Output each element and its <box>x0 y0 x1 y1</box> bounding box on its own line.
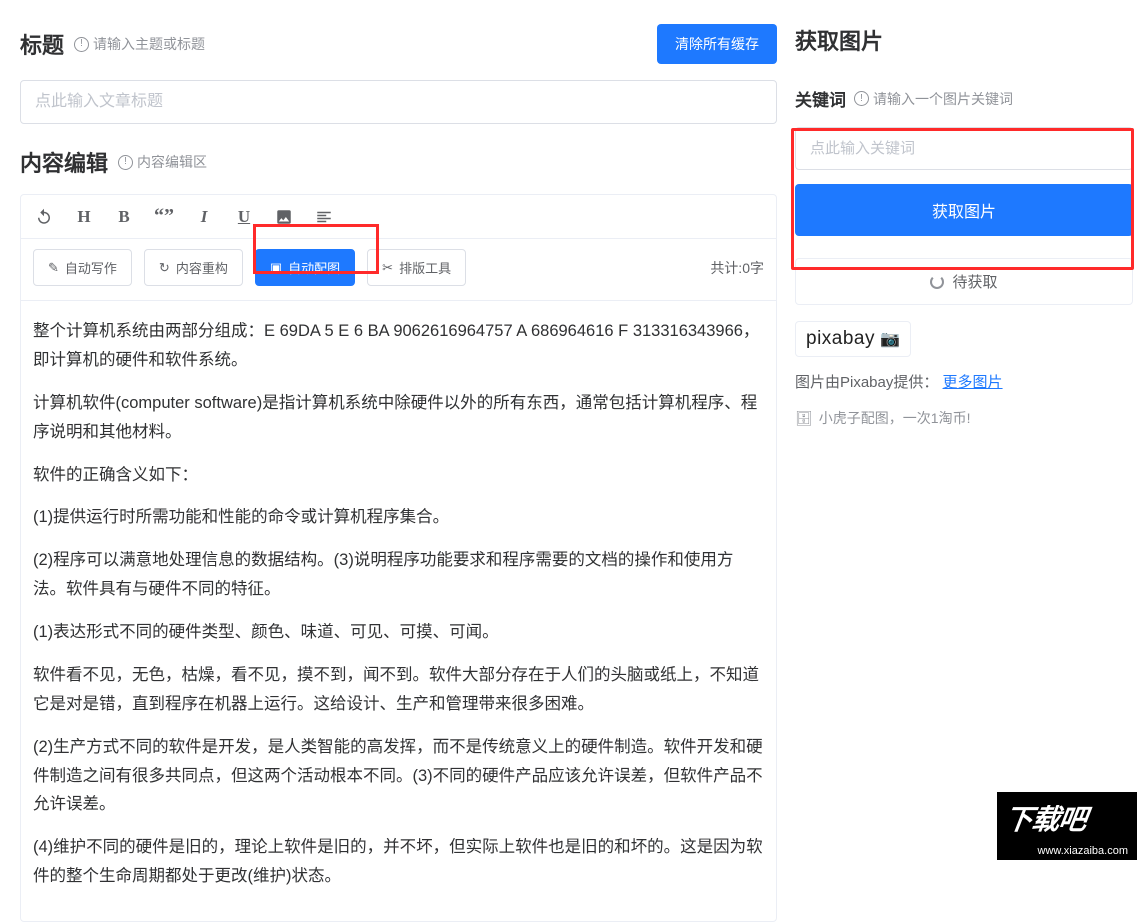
camera-icon: 📷 <box>880 329 900 349</box>
paragraph: 软件看不见，无色，枯燥，看不见，摸不到，闻不到。软件大部分存在于人们的头脑或纸上… <box>33 661 764 719</box>
heading-icon[interactable]: H <box>73 207 95 227</box>
restructure-button[interactable]: ↻ 内容重构 <box>144 249 243 286</box>
wallet-icon: 🗄 <box>795 410 813 427</box>
pixabay-logo: pixabay 📷 <box>795 321 911 357</box>
autowrite-button[interactable]: ✎ 自动写作 <box>33 249 132 286</box>
undo-icon[interactable] <box>33 208 55 226</box>
autoimage-button[interactable]: ▣ 自动配图 <box>255 249 355 286</box>
info-icon: ! <box>74 37 89 52</box>
info-icon: ! <box>854 91 869 106</box>
image-icon: ▣ <box>270 260 282 276</box>
editor-toolbar: H B “” I U <box>21 195 776 239</box>
editor-action-row: ✎ 自动写作 ↻ 内容重构 ▣ 自动配图 ✂ 排版工具 共计:0字 <box>21 239 776 301</box>
editor-box: H B “” I U ✎ 自动写作 ↻ 内容重构 ▣ 自动配 <box>20 194 777 922</box>
paragraph: 软件的正确含义如下： <box>33 461 764 490</box>
keyword-subtitle-row: 关键词 ! 请输入一个图片关键词 <box>795 86 1133 111</box>
paragraph: (1)表达形式不同的硬件类型、颜色、味道、可见、可摸、可闻。 <box>33 618 764 647</box>
italic-icon[interactable]: I <box>193 207 215 227</box>
info-icon: ! <box>118 155 133 170</box>
paragraph: (4)维护不同的硬件是旧的，理论上软件是旧的，并不坏，但实际上软件也是旧的和坏的… <box>33 833 764 891</box>
paragraph: (2)程序可以满意地处理信息的数据结构。(3)说明程序功能要求和程序需要的文档的… <box>33 546 764 604</box>
layout-button[interactable]: ✂ 排版工具 <box>367 249 466 286</box>
align-icon[interactable] <box>313 208 335 226</box>
content-hint: ! 内容编辑区 <box>118 152 207 172</box>
paragraph: 整个计算机系统由两部分组成：E 69DA 5 E 6 BA 9062616964… <box>33 317 764 375</box>
paragraph: (1)提供运行时所需功能和性能的命令或计算机程序集合。 <box>33 503 764 532</box>
paragraph: 计算机软件(computer software)是指计算机系统中除硬件以外的所有… <box>33 389 764 447</box>
fetch-image-button[interactable]: 获取图片 <box>795 184 1133 236</box>
editor-content[interactable]: 整个计算机系统由两部分组成：E 69DA 5 E 6 BA 9062616964… <box>21 301 776 921</box>
wrench-icon: ✂ <box>382 260 393 276</box>
bold-icon[interactable]: B <box>113 207 135 227</box>
more-images-link[interactable]: 更多图片 <box>943 374 1003 391</box>
content-label: 内容编辑 <box>20 146 108 178</box>
sidebar-title: 获取图片 <box>795 24 1133 56</box>
title-hint: ! 请输入主题或标题 <box>74 34 205 54</box>
image-icon[interactable] <box>273 208 295 226</box>
watermark: 下载吧 www.xiazaiba.com <box>997 792 1137 860</box>
title-section-header: 标题 ! 请输入主题或标题 清除所有缓存 <box>20 24 777 64</box>
refresh-icon: ↻ <box>159 260 170 276</box>
word-count: 共计:0字 <box>710 258 764 278</box>
quote-icon[interactable]: “” <box>153 205 175 228</box>
provider-text: 图片由Pixabay提供： 更多图片 <box>795 371 1133 392</box>
paragraph: (2)生产方式不同的软件是开发，是人类智能的高发挥，而不是传统意义上的硬件制造。… <box>33 733 764 820</box>
watermark-char: 下载吧 <box>1002 798 1089 838</box>
keyword-input[interactable] <box>795 127 1133 170</box>
footer-note: 🗄 小虎子配图，一次1淘币! <box>795 408 970 428</box>
content-section-header: 内容编辑 ! 内容编辑区 <box>20 146 777 178</box>
underline-icon[interactable]: U <box>233 207 255 227</box>
clear-cache-button[interactable]: 清除所有缓存 <box>657 24 777 64</box>
watermark-url: www.xiazaiba.com <box>1035 844 1131 858</box>
pending-status: 待获取 <box>795 258 1133 305</box>
title-label: 标题 <box>20 28 64 60</box>
pencil-icon: ✎ <box>48 260 59 276</box>
spinner-icon <box>930 275 944 289</box>
article-title-input[interactable] <box>20 80 777 124</box>
keyword-hint: ! 请输入一个图片关键词 <box>854 89 1013 109</box>
keyword-label: 关键词 <box>795 86 846 111</box>
